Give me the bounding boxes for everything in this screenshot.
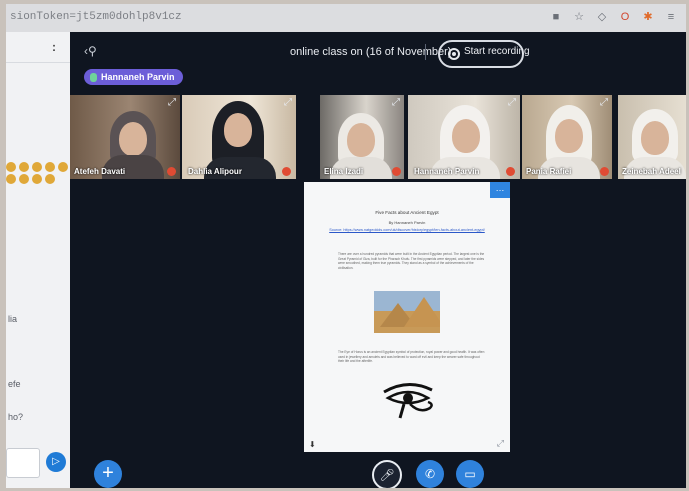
video-tile[interactable]: ⤢ Dahlia Alipour: [182, 95, 296, 179]
emoji-icon: [6, 162, 16, 172]
muted-mic-icon: [600, 167, 609, 176]
pyramid-shape: [404, 297, 440, 327]
camera-icon[interactable]: ■: [549, 10, 563, 24]
participant-face: [641, 121, 669, 155]
emoji-icon: [45, 162, 55, 172]
muted-mic-icon: [506, 167, 515, 176]
video-tile[interactable]: ⤢ Pania Rafiei: [522, 95, 612, 179]
participant-face: [224, 113, 252, 147]
presenter-name: Hannaneh Parvin: [101, 72, 175, 82]
participant-face: [119, 122, 147, 156]
send-button[interactable]: ▷: [46, 452, 66, 472]
phone-icon: ✆: [424, 467, 436, 481]
title-divider: [425, 44, 426, 60]
meeting-area: ‹⚲ online class on (16 of November) Star…: [70, 32, 686, 488]
presenter-mic-icon: [90, 72, 97, 82]
slide-paragraph: There are over a hundred pyramids that w…: [338, 252, 485, 270]
presentation-slide[interactable]: … Five Facts about Ancient Egypt By Hann…: [304, 182, 510, 452]
video-tiles: ⤢ Atefeh Davati ⤢ Dahlia Alipour ⤢ Elina: [70, 95, 686, 179]
participant-face: [555, 119, 583, 153]
mic-off-icon: 🎤︎: [379, 468, 395, 482]
chat-message-fragment: efe: [8, 379, 21, 389]
emoji-icon: [6, 174, 16, 184]
camera-button[interactable]: ▭: [456, 460, 484, 488]
puzzle-icon[interactable]: ≡: [664, 10, 678, 24]
participant-face: [452, 119, 480, 153]
mute-button[interactable]: 🎤︎: [372, 460, 402, 488]
video-camera-icon: ▭: [464, 467, 476, 481]
emoji-row: [6, 162, 68, 184]
chat-message-fragment: lia: [8, 314, 18, 324]
record-icon: [448, 48, 460, 60]
expand-icon[interactable]: ⤢: [284, 97, 292, 108]
emoji-icon: [19, 174, 29, 184]
expand-icon[interactable]: ⤢: [168, 97, 176, 108]
expand-icon[interactable]: ⤢: [392, 97, 400, 108]
expand-icon[interactable]: ⤢: [600, 97, 608, 108]
meeting-title: online class on (16 of November): [290, 46, 452, 58]
fullscreen-icon[interactable]: ⤢: [497, 438, 504, 449]
presenter-badge: Hannaneh Parvin: [84, 69, 183, 85]
slide-menu-button[interactable]: …: [490, 182, 510, 198]
slide-paragraph: The Eye of Horus is an ancient Egyptian …: [338, 350, 485, 364]
slide-source-link[interactable]: Source: https://www.natgeokids.com/uk/di…: [324, 228, 490, 233]
participant-name: Atefeh Davati: [74, 167, 126, 176]
emoji-icon: [58, 162, 68, 172]
chat-input[interactable]: [6, 448, 40, 478]
video-tile[interactable]: ⤢ Elina Izadi: [320, 95, 404, 179]
emoji-icon: [45, 174, 55, 184]
emoji-icon: [32, 162, 42, 172]
record-label: Start recording: [464, 46, 530, 57]
muted-mic-icon: [282, 167, 291, 176]
slide-author: By Hannaneh Parvin: [388, 220, 426, 225]
send-icon: ▷: [52, 456, 60, 467]
emoji-icon: [32, 174, 42, 184]
slide-title: Five Facts about Ancient Egypt: [375, 210, 439, 215]
opera-icon[interactable]: O: [618, 10, 632, 24]
screen: sionToken=jt5zm0dohlp8v1cz ■ ☆ ◇ O ✱ ≡ :…: [6, 4, 686, 488]
video-tile[interactable]: ⤢ Atefeh Davati: [70, 95, 180, 179]
video-tile-active-speaker[interactable]: ⤢ Hannaneh Parvin: [408, 95, 520, 179]
participant-name: Elina Izadi: [324, 167, 364, 176]
eye-of-horus-image: [383, 383, 433, 419]
chat-message-fragment: ho?: [8, 412, 24, 422]
download-icon[interactable]: ⬇: [309, 440, 316, 449]
muted-mic-icon: [167, 167, 176, 176]
video-tile[interactable]: Zeinebah Adeel: [618, 95, 686, 179]
emoji-icon: [19, 162, 29, 172]
participant-name: Hannaneh Parvin: [414, 167, 480, 176]
audio-button[interactable]: ✆: [416, 460, 444, 488]
participant-name: Dahlia Alipour: [188, 167, 242, 176]
participant-name: Zeinebah Adeel: [622, 167, 681, 176]
address-bar[interactable]: sionToken=jt5zm0dohlp8v1cz: [10, 11, 182, 23]
participants-icon[interactable]: ‹⚲: [84, 44, 98, 58]
chat-menu-button[interactable]: :: [52, 40, 56, 54]
browser-extension-icons: ■ ☆ ◇ O ✱ ≡: [549, 10, 678, 24]
participant-face: [347, 123, 375, 157]
pin-icon[interactable]: ✱: [641, 10, 655, 24]
actions-add-button[interactable]: +: [94, 460, 122, 488]
star-icon[interactable]: ☆: [572, 10, 586, 24]
start-recording-button[interactable]: Start recording: [438, 40, 530, 68]
participant-name: Pania Rafiei: [526, 167, 572, 176]
shield-icon[interactable]: ◇: [595, 10, 609, 24]
chat-divider: [6, 62, 70, 63]
expand-icon[interactable]: ⤢: [508, 97, 516, 108]
browser-toolbar: sionToken=jt5zm0dohlp8v1cz ■ ☆ ◇ O ✱ ≡: [6, 4, 686, 32]
chat-panel: : lia efe ho? ▷: [6, 32, 71, 488]
plus-icon: +: [102, 462, 114, 484]
pyramids-image: [374, 291, 440, 333]
muted-mic-icon: [392, 167, 401, 176]
